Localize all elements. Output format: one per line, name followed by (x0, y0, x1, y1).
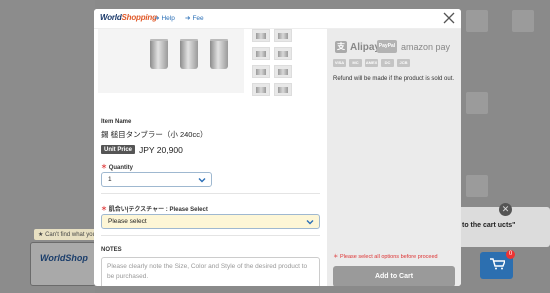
notes-textarea[interactable]: Please clearly note the Size, Color and … (101, 257, 320, 286)
options-warning: ＊ Please select all options before proce… (333, 254, 438, 260)
required-mark: ＊ (101, 207, 108, 213)
background-tile (466, 10, 488, 32)
product-main-image[interactable] (98, 29, 244, 93)
quantity-select[interactable]: 1 (101, 172, 212, 187)
product-thumbnail[interactable] (274, 83, 292, 96)
jcb-logo: JCB (397, 59, 410, 67)
item-name-label: Item Name (101, 119, 132, 125)
help-link[interactable]: ➔ Help (154, 14, 175, 22)
background-cart-popup-text: to the cart ucts" (462, 222, 516, 229)
mastercard-logo: MC (349, 59, 362, 67)
visa-logo: VISA (333, 59, 346, 67)
add-to-cart-button[interactable]: Add to Cart (333, 266, 455, 286)
product-cup (150, 39, 168, 69)
item-name: 錫 槌目タンブラー（小 240cc） (101, 130, 208, 139)
quantity-label: ＊ Quantity (101, 165, 134, 171)
texture-value: Please select (108, 218, 147, 225)
background-tile (466, 92, 488, 114)
required-mark: ＊ (101, 165, 108, 171)
required-mark: ＊ (333, 254, 339, 260)
close-icon[interactable] (442, 11, 456, 25)
divider (101, 235, 320, 236)
cart-count-badge: 0 (506, 250, 515, 259)
unit-price-badge: Unit Price (101, 145, 136, 154)
arrow-right-icon: ➔ (185, 15, 191, 22)
close-icon[interactable]: ✕ (499, 203, 512, 216)
product-thumbnails (247, 29, 321, 99)
chevron-down-icon (198, 178, 206, 183)
modal-header: WorldShopping ➔ Help ➔ Fee (94, 9, 461, 29)
product-thumbnail[interactable] (252, 65, 270, 78)
diners-logo: DC (381, 59, 394, 67)
payment-column: 支 Alipay PayPal amazon pay VISA MC AMEX D… (327, 29, 461, 286)
background-hint: ★ Can't find what you (34, 229, 100, 240)
product-cup (210, 39, 228, 69)
product-thumbnail[interactable] (274, 47, 292, 60)
alipay-logo: 支 Alipay (335, 41, 381, 53)
notes-label: NOTES (101, 247, 122, 253)
arrow-right-icon: ➔ (154, 15, 160, 22)
cart-icon (490, 258, 505, 270)
star-icon: ★ (38, 232, 44, 238)
divider (101, 193, 320, 194)
texture-label: ＊ 肌合い|テクスチャー : Please Select (101, 207, 208, 213)
product-thumbnail[interactable] (274, 29, 292, 42)
amex-logo: AMEX (365, 59, 378, 67)
fee-link[interactable]: ➔ Fee (185, 14, 204, 22)
background-tile (512, 10, 534, 32)
texture-select[interactable]: Please select (101, 214, 320, 229)
chevron-down-icon (306, 220, 314, 225)
background-tile (466, 175, 488, 197)
refund-note: Refund will be made if the product is so… (333, 76, 455, 82)
background-worldshop-card (30, 242, 96, 286)
product-thumbnail[interactable] (252, 29, 270, 42)
amazonpay-logo: amazon pay (401, 42, 451, 52)
product-cup (180, 39, 198, 69)
quantity-value: 1 (108, 176, 112, 183)
worldshopping-logo: WorldShopping (100, 13, 157, 22)
item-details-column: Item Name 錫 槌目タンブラー（小 240cc） Unit Price … (94, 29, 327, 286)
background-worldshop-logo: WorldShop (40, 253, 88, 263)
product-thumbnail[interactable] (252, 83, 270, 96)
item-modal: WorldShopping ➔ Help ➔ Fee Item Name 錫 槌目タ… (94, 9, 461, 286)
item-price: JPY 20,900 (139, 145, 183, 155)
product-thumbnail[interactable] (252, 47, 270, 60)
paypal-logo: PayPal (377, 40, 397, 53)
alipay-icon: 支 (335, 41, 347, 53)
product-thumbnail[interactable] (274, 65, 292, 78)
